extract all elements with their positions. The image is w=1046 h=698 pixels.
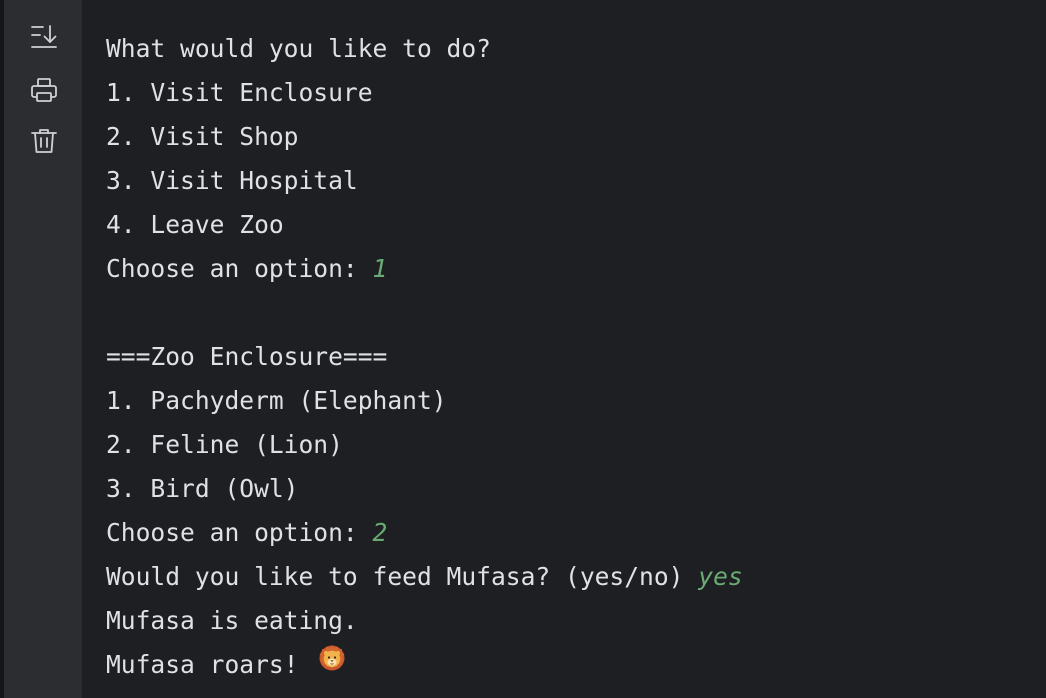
output-text: Would you like to feed Mufasa? (yes/no) (106, 562, 699, 591)
console-line: 3. Visit Hospital (106, 159, 358, 203)
console-line: What would you like to do? (106, 27, 491, 71)
output-text: 3. Bird (Owl) (106, 474, 299, 503)
console-line: Choose an option: 1 (106, 247, 387, 291)
output-text: Mufasa is eating. (106, 606, 358, 635)
scroll-to-end-icon (31, 25, 57, 48)
output-text: 2. Visit Shop (106, 122, 299, 151)
output-text: 1. Visit Enclosure (106, 78, 373, 107)
lion-face-icon (319, 641, 345, 685)
scroll-to-end-button[interactable] (26, 19, 62, 55)
print-button[interactable] (26, 72, 62, 108)
console-line: Mufasa is eating. (106, 599, 358, 643)
print-icon (31, 78, 57, 102)
output-text: Mufasa roars! (106, 650, 314, 679)
console-line: ===Zoo Enclosure=== (106, 335, 387, 379)
console-toolbar (4, 0, 82, 698)
output-text: 3. Visit Hospital (106, 166, 358, 195)
console-line: 1. Pachyderm (Elephant) (106, 379, 447, 423)
console-line: Choose an option: 2 (106, 511, 387, 555)
user-input-text: 2 (372, 518, 388, 547)
output-text: 1. Pachyderm (Elephant) (106, 386, 447, 415)
output-text: What would you like to do? (106, 34, 491, 63)
console-line: 4. Leave Zoo (106, 203, 284, 247)
console-line: 3. Bird (Owl) (106, 467, 299, 511)
run-console-window: What would you like to do? 1. Visit Encl… (0, 0, 1046, 698)
trash-icon (31, 129, 57, 153)
output-text: 4. Leave Zoo (106, 210, 284, 239)
output-text: Choose an option: (106, 518, 373, 547)
output-text: 2. Feline (Lion) (106, 430, 343, 459)
output-text: Choose an option: (106, 254, 373, 283)
console-output[interactable]: What would you like to do? 1. Visit Encl… (82, 0, 1046, 698)
clear-all-button[interactable] (26, 123, 62, 159)
console-line: Mufasa roars! (106, 643, 345, 687)
user-input-text: yes (698, 562, 743, 591)
console-line: Would you like to feed Mufasa? (yes/no) … (106, 555, 743, 599)
console-line: 1. Visit Enclosure (106, 71, 373, 115)
output-text: ===Zoo Enclosure=== (106, 342, 388, 371)
console-line: 2. Feline (Lion) (106, 423, 343, 467)
console-line: 2. Visit Shop (106, 115, 299, 159)
user-input-text: 1 (372, 254, 388, 283)
